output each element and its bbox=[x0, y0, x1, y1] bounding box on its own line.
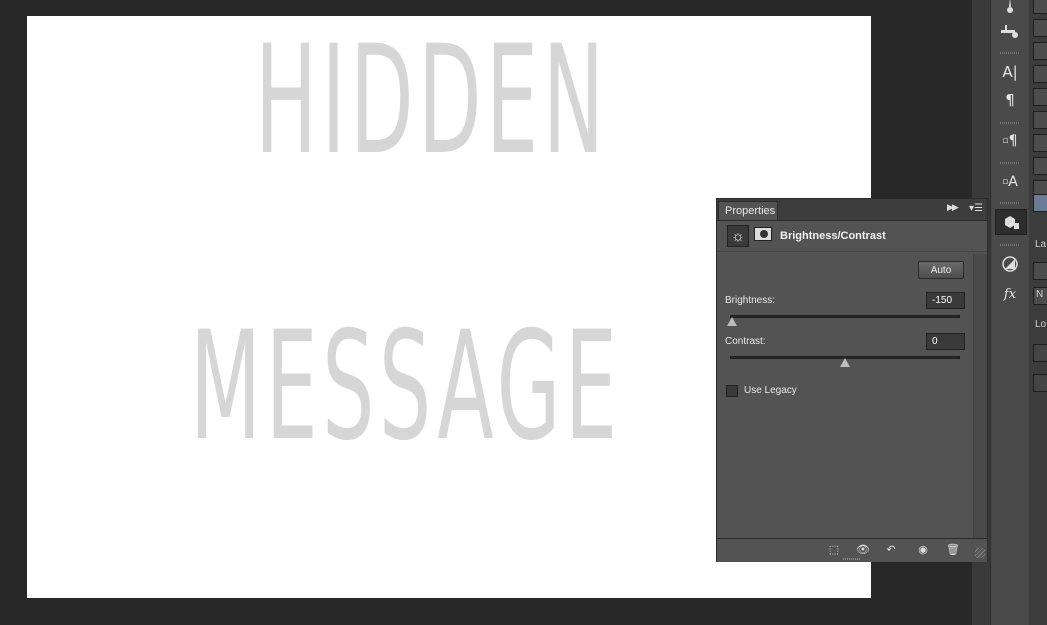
layer-row[interactable] bbox=[1033, 111, 1047, 129]
contrast-label: Contrast: bbox=[725, 336, 766, 347]
tab-properties[interactable]: Properties bbox=[718, 201, 778, 220]
canvas-text-hidden: HIDDEN bbox=[255, 16, 609, 188]
delete-layer-icon[interactable]: 🗑 bbox=[944, 542, 962, 558]
panel-group-grip[interactable] bbox=[1000, 122, 1020, 124]
layer-row[interactable] bbox=[1033, 88, 1047, 106]
adjustments-icon[interactable] bbox=[995, 252, 1025, 276]
layers-panel-edge: La N Lo bbox=[1029, 0, 1047, 625]
layer-visibility-eye-icon[interactable] bbox=[1033, 344, 1047, 362]
paragraph-icon[interactable]: ¶ bbox=[995, 88, 1025, 112]
styles-fx-icon[interactable]: fx bbox=[995, 282, 1025, 306]
panel-bottom-grip[interactable] bbox=[843, 558, 861, 560]
blend-mode-select[interactable]: N bbox=[1033, 287, 1047, 305]
collapsed-panel-strip: A| ¶ ▫ ¶ ▫ A fx bbox=[990, 0, 1030, 625]
use-legacy-label: Use Legacy bbox=[744, 385, 797, 396]
panel-footer: ⬚ 👁 ↶ ◉ 🗑 bbox=[717, 538, 987, 562]
canvas-text-message: MESSAGE bbox=[190, 300, 622, 474]
layer-row[interactable] bbox=[1033, 65, 1047, 83]
properties-icon[interactable] bbox=[995, 209, 1027, 235]
panel-group-grip[interactable] bbox=[1000, 162, 1020, 164]
panel-menu-icon[interactable]: ▾☰ bbox=[969, 203, 983, 214]
brightness-input[interactable]: -150 bbox=[926, 292, 965, 309]
collapse-panel-icon[interactable]: ▶▶ bbox=[947, 202, 959, 213]
contrast-slider-thumb[interactable] bbox=[840, 358, 850, 367]
layer-row[interactable] bbox=[1033, 134, 1047, 152]
layer-mask-icon[interactable] bbox=[754, 227, 772, 241]
auto-button[interactable]: Auto bbox=[918, 261, 964, 279]
adjustment-header: ☼ Brightness/Contrast bbox=[717, 221, 987, 252]
brightness-contrast-icon[interactable]: ☼ bbox=[727, 225, 749, 247]
tool-presets-icon[interactable] bbox=[995, 20, 1025, 44]
contrast-input[interactable]: 0 bbox=[926, 333, 965, 350]
panel-group-grip[interactable] bbox=[1000, 244, 1020, 246]
layer-visibility-eye-icon[interactable] bbox=[1033, 374, 1047, 392]
layer-row[interactable] bbox=[1033, 42, 1047, 60]
panel-tab-bar: Properties ▶▶ ▾☰ bbox=[717, 199, 987, 221]
filter-search-icon[interactable] bbox=[1033, 262, 1047, 280]
reset-defaults-icon[interactable]: ↶ bbox=[882, 542, 900, 558]
layers-tab-label[interactable]: La bbox=[1035, 239, 1046, 250]
panel-group-grip[interactable] bbox=[1000, 52, 1020, 54]
blend-mode-label: N bbox=[1036, 289, 1044, 300]
adjustment-title: Brightness/Contrast bbox=[780, 230, 886, 242]
brush-presets-icon[interactable] bbox=[995, 0, 1025, 18]
panel-scrollbar[interactable] bbox=[973, 254, 987, 539]
lock-label: Lo bbox=[1035, 319, 1047, 330]
layer-row[interactable] bbox=[1033, 0, 1047, 14]
clip-to-layer-icon[interactable]: ⬚ bbox=[825, 542, 843, 558]
layer-row-selected[interactable] bbox=[1033, 194, 1047, 212]
layer-row[interactable] bbox=[1033, 157, 1047, 175]
character-icon[interactable]: A| bbox=[995, 60, 1025, 84]
view-previous-state-icon[interactable]: 👁 bbox=[854, 542, 872, 558]
character-styles-icon[interactable]: ▫ A bbox=[995, 170, 1025, 194]
use-legacy-checkbox[interactable] bbox=[726, 385, 738, 397]
brightness-slider-track[interactable] bbox=[730, 315, 960, 318]
brightness-label: Brightness: bbox=[725, 295, 776, 306]
paragraph-styles-icon[interactable]: ▫ ¶ bbox=[995, 129, 1025, 153]
resize-grip[interactable] bbox=[975, 548, 985, 558]
panel-group-grip[interactable] bbox=[1000, 202, 1020, 204]
properties-panel: Properties ▶▶ ▾☰ ☼ Brightness/Contrast A… bbox=[716, 198, 988, 562]
toggle-visibility-icon[interactable]: ◉ bbox=[914, 542, 932, 558]
brightness-slider-thumb[interactable] bbox=[727, 317, 737, 326]
layer-row[interactable] bbox=[1033, 19, 1047, 37]
